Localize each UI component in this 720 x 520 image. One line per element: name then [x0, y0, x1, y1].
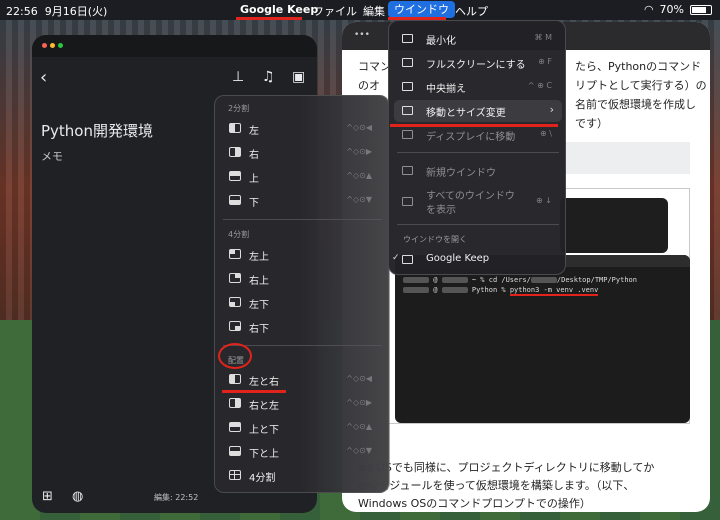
display-icon — [402, 130, 413, 139]
tile-left-right-icon — [229, 374, 241, 384]
tile-bottom-top-icon — [229, 446, 241, 456]
submenu-blur-overlay — [300, 95, 390, 493]
window-icon — [402, 255, 413, 264]
minimize-icon — [402, 34, 413, 43]
chevron-right-icon: › — [549, 103, 554, 116]
section-header-split4: 4分割 — [228, 230, 250, 239]
tile-quad-icon — [229, 470, 241, 480]
annotation-circle-arrange — [218, 343, 252, 369]
section-header-split2: 2分割 — [228, 104, 250, 113]
keep-toolbar: ‹ ⊥ ♫ ▣ — [32, 57, 317, 97]
terminal-line-1: @ ~ % cd /Users//Desktop/TMP/Python — [403, 276, 637, 284]
menu-item-open-google-keep[interactable]: ✓ Google Keep — [392, 249, 562, 271]
menu-item-center[interactable]: 中央揃え ^ ⊕ C — [394, 76, 562, 98]
menu-item-fullscreen[interactable]: フルスクリーンにする ⊕ F — [394, 52, 562, 74]
doc-text-line-2a: のオ — [358, 79, 380, 92]
reminder-bell-icon[interactable]: ♫ — [262, 69, 275, 85]
annotation-underline-move-resize — [390, 124, 558, 127]
doc-text-line-4b: です） — [575, 117, 608, 130]
menu-help[interactable]: ヘルプ — [455, 3, 488, 19]
add-box-icon[interactable]: ⊞ — [42, 489, 53, 504]
menu-item-move-to-display[interactable]: ディスプレイに移動 ⊕ \ — [394, 124, 562, 146]
menu-item-move-resize[interactable]: 移動とサイズ変更 › — [394, 100, 562, 122]
pin-icon[interactable]: ⊥ — [232, 69, 244, 85]
tile-top-bottom-icon — [229, 422, 241, 432]
checkmark-icon: ✓ — [392, 253, 400, 263]
terminal-line-2: @ Python % python3 -m venv .venv — [403, 286, 599, 296]
annotation-underline-app — [236, 17, 302, 20]
terminal-window-back — [560, 198, 668, 253]
doc-text-line-1b: たら、Pythonのコマンド — [575, 60, 702, 73]
menu-app-name[interactable]: Google Keep — [240, 3, 318, 16]
doc-text-line-6: envモジュールを使って仮想環境を構築します。（以下、 — [358, 479, 635, 492]
keep-titlebar — [32, 35, 317, 57]
clock: 22:56 9月16日(火) — [6, 5, 108, 18]
menu-window[interactable]: ウインドウ — [388, 1, 455, 18]
menu-edit[interactable]: 編集 — [363, 3, 385, 19]
center-icon — [402, 82, 413, 91]
tile-bottom-left-icon — [229, 297, 241, 307]
tile-top-left-icon — [229, 249, 241, 259]
doc-text-line-2b: リプトとして実行する）の — [575, 79, 707, 92]
palette-icon[interactable]: ◍ — [72, 489, 83, 504]
tile-right-icon — [229, 147, 241, 157]
tile-right-left-icon — [229, 398, 241, 408]
tile-top-right-icon — [229, 273, 241, 283]
menu-item-new-window[interactable]: 新規ウインドウ — [394, 160, 562, 182]
doc-text-line-5: ws OSでも同様に、プロジェクトディレクトリに移動してか — [358, 461, 655, 474]
separator — [397, 224, 559, 225]
edited-timestamp: 編集: 22:52 — [154, 493, 199, 502]
menu-item-show-all-windows[interactable]: すべてのウインドウ を表示 ⊕ ↓ — [394, 187, 562, 217]
terminal-window: @ ~ % cd /Users//Desktop/TMP/Python @ Py… — [395, 255, 690, 423]
window-dropdown-menu: 最小化 ⌘ M フルスクリーンにする ⊕ F 中央揃え ^ ⊕ C 移動とサイズ… — [388, 20, 566, 275]
note-body[interactable]: メモ — [41, 148, 63, 164]
battery-icon — [690, 4, 712, 15]
open-windows-header: ウインドウを開く — [403, 235, 467, 244]
new-window-icon — [402, 166, 413, 175]
more-dots-icon[interactable]: ••• — [354, 30, 370, 40]
status-area: ◠ 70% — [644, 3, 712, 16]
tile-left-icon — [229, 123, 241, 133]
window-dots[interactable] — [42, 43, 63, 48]
move-resize-icon — [402, 106, 413, 115]
annotation-underline-left-right — [222, 390, 286, 393]
archive-icon[interactable]: ▣ — [292, 69, 305, 85]
note-title[interactable]: Python開発環境 — [41, 120, 153, 141]
back-arrow-icon[interactable]: ‹ — [40, 67, 47, 88]
separator — [397, 152, 559, 153]
menu-bar: 22:56 9月16日(火) Google Keep ファイル 編集 ウインドウ… — [0, 0, 720, 20]
doc-text-line-7: Windows OSのコマンドプロンプトでの操作） — [358, 497, 591, 510]
battery-percent: 70% — [659, 3, 684, 16]
menu-item-minimize[interactable]: 最小化 ⌘ M — [394, 28, 562, 50]
fullscreen-icon — [402, 58, 413, 67]
wifi-icon: ◠ — [643, 3, 654, 16]
tile-top-icon — [229, 171, 241, 181]
tile-bottom-right-icon — [229, 321, 241, 331]
doc-text-line-3b: 名前で仮想環境を作成し — [575, 98, 696, 111]
menu-file[interactable]: ファイル — [313, 3, 357, 19]
tile-bottom-icon — [229, 195, 241, 205]
doc-text-line-1a: コマン — [358, 60, 391, 73]
grid-icon — [402, 197, 413, 206]
